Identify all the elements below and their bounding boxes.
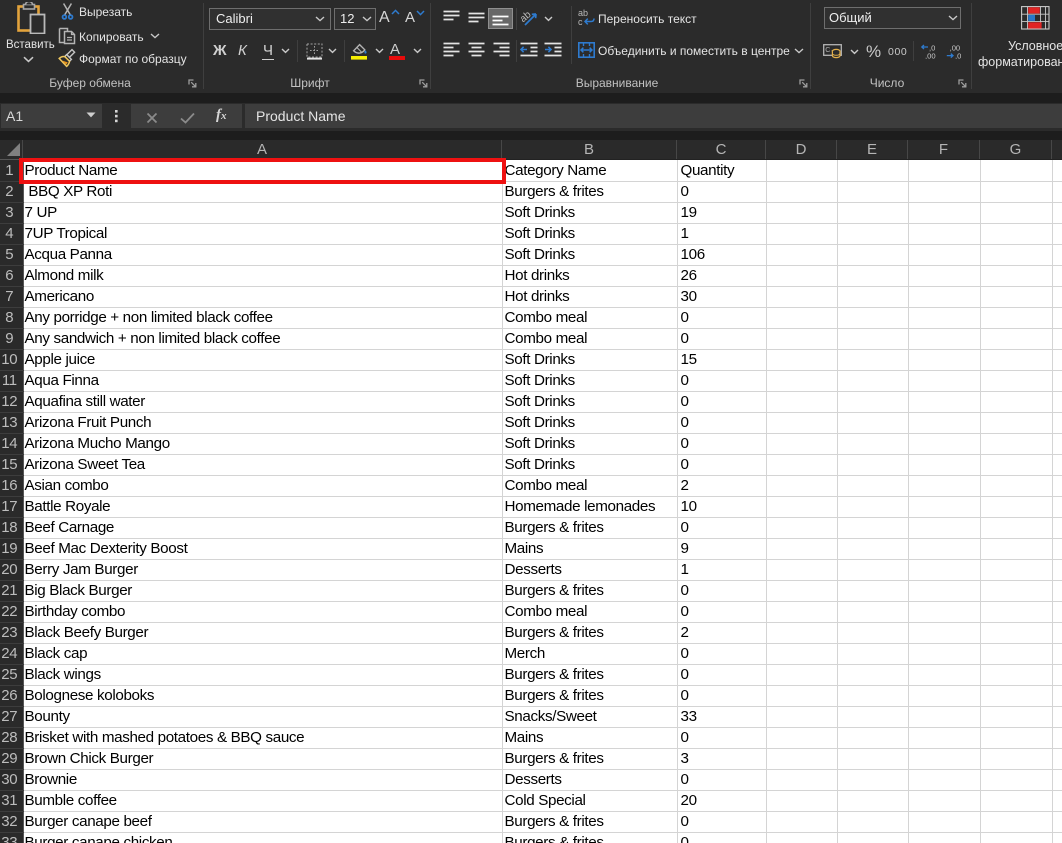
- svg-text:C: C: [825, 47, 830, 54]
- svg-text:,0: ,0: [955, 52, 961, 60]
- svg-text:,00: ,00: [925, 52, 936, 60]
- svg-text:c: c: [578, 17, 583, 27]
